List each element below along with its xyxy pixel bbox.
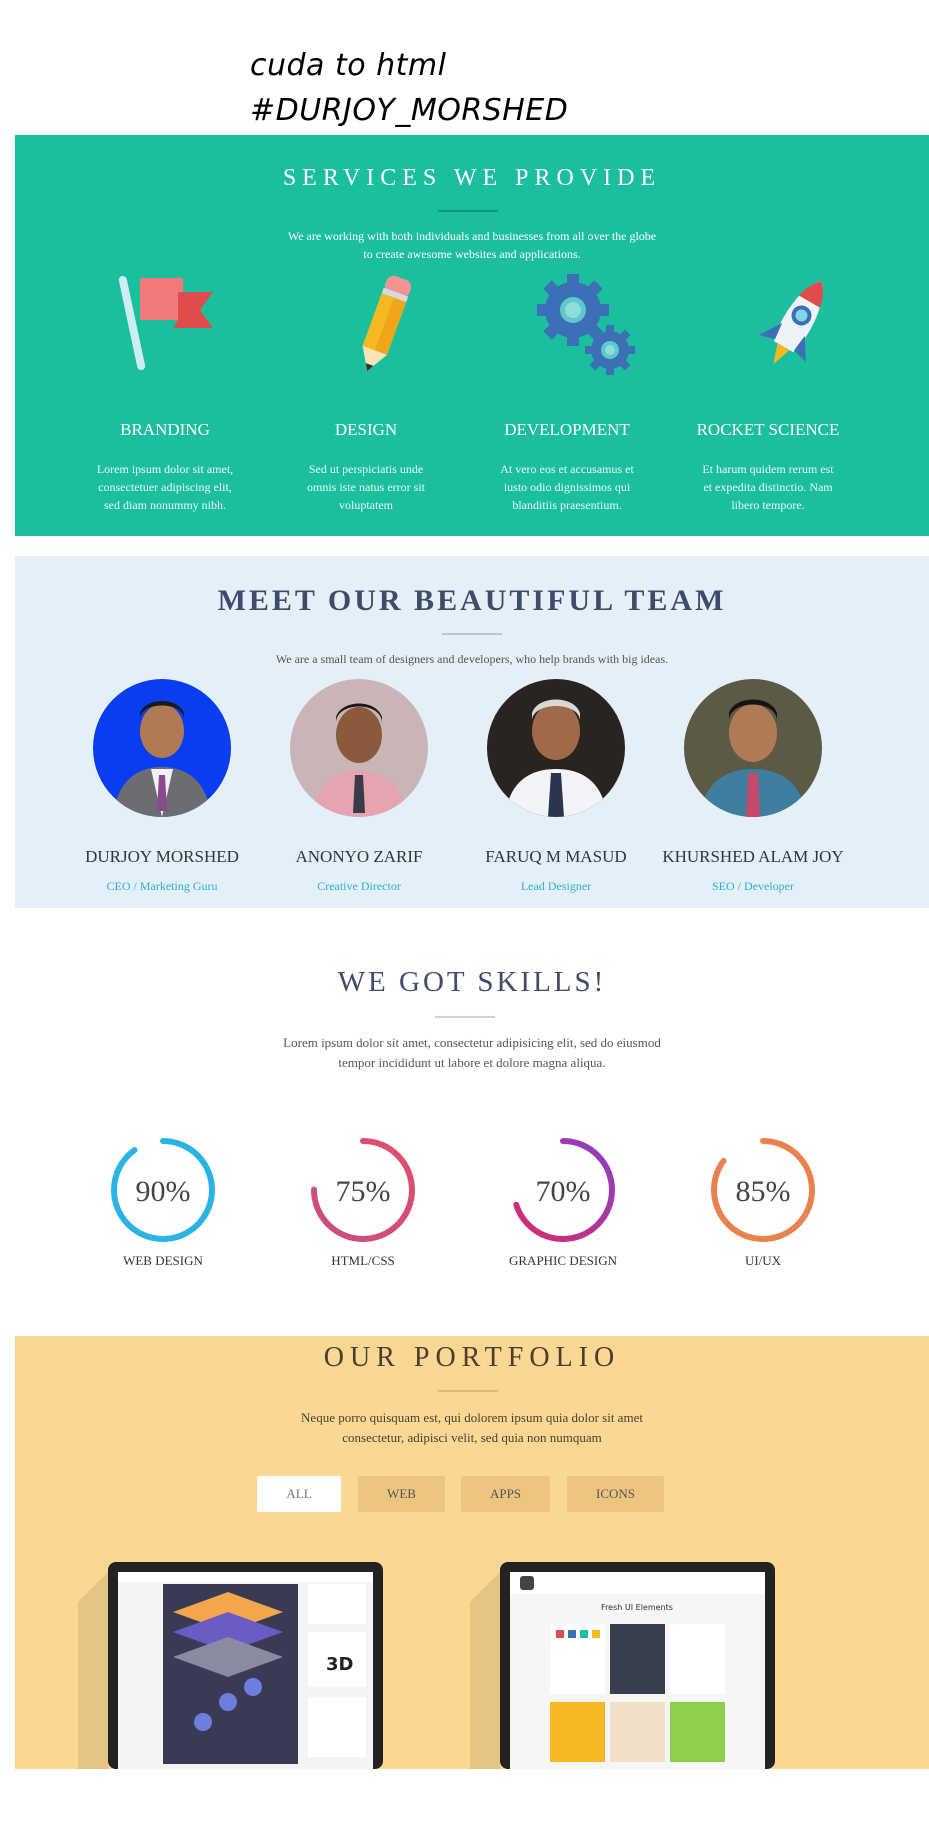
skill-label: HTML/CSS bbox=[331, 1253, 395, 1268]
skills-subtitle-line-2: tempor incididunt ut labore et dolore ma… bbox=[338, 1055, 606, 1070]
member-name: DURJOY MORSHED bbox=[85, 847, 239, 866]
header-line-2: #DURJOY_MORSHED bbox=[250, 93, 569, 128]
services-subtitle-line-1: We are working with both individuals and… bbox=[287, 229, 657, 243]
skill-value: 70% bbox=[536, 1175, 591, 1208]
avatar bbox=[684, 679, 822, 817]
rocket-icon bbox=[759, 280, 823, 364]
service-text-line: libero tempore. bbox=[731, 498, 805, 512]
member-name: ANONYO ZARIF bbox=[295, 847, 423, 866]
skills-subtitle: Lorem ipsum dolor sit amet, consectetur … bbox=[15, 1033, 929, 1073]
services-section: SERVICES WE PROVIDE We are working with … bbox=[15, 135, 929, 536]
service-text-line: blanditiis praesentium. bbox=[512, 498, 622, 512]
team-divider bbox=[442, 633, 502, 635]
service-text-line: voluptatem bbox=[339, 498, 393, 512]
member-role: CEO / Marketing Guru bbox=[106, 879, 218, 893]
avatar bbox=[487, 679, 625, 817]
member-role: Lead Designer bbox=[520, 879, 592, 893]
person-icon bbox=[113, 701, 211, 817]
member-name: FARUQ M MASUD bbox=[485, 847, 627, 866]
member-name: KHURSHED ALAM JOY bbox=[662, 847, 844, 866]
portfolio-subtitle: Neque porro quisquam est, qui dolorem ip… bbox=[15, 1408, 929, 1448]
person-icon bbox=[505, 699, 607, 817]
service-text-line: omnis iste natus error sit bbox=[307, 480, 425, 494]
filter-all-button[interactable]: ALL bbox=[257, 1476, 341, 1512]
service-text-development: At vero eos et accusamus et iusto odio d… bbox=[467, 460, 667, 514]
service-text-design: Sed ut perspiciatis unde omnis iste natu… bbox=[266, 460, 466, 514]
service-text-line: Sed ut perspiciatis unde bbox=[308, 462, 424, 476]
skill-ring-graphic: 75% bbox=[311, 1138, 415, 1242]
skills-subtitle-line-1: Lorem ipsum dolor sit amet, consectetur … bbox=[283, 1035, 661, 1050]
service-text-branding: Lorem ipsum dolor sit amet, consectetuer… bbox=[65, 460, 265, 514]
skill-ring-graphic: 90% bbox=[111, 1138, 215, 1242]
member-role: SEO / Developer bbox=[712, 879, 794, 893]
filter-icons-button[interactable]: ICONS bbox=[567, 1476, 664, 1512]
portfolio-item-laptop-1[interactable]: 3D bbox=[78, 1562, 383, 1769]
skill-value: 85% bbox=[736, 1175, 791, 1208]
skill-ring: 90% bbox=[108, 1135, 218, 1245]
skill-ring: 70% bbox=[508, 1135, 618, 1245]
service-text-rocket-science: Et harum quidem rerum est et expedita di… bbox=[668, 460, 868, 514]
filter-apps-button[interactable]: APPS bbox=[461, 1476, 550, 1512]
person-icon bbox=[312, 703, 406, 817]
services-subtitle-line-2: to create awesome websites and applicati… bbox=[363, 247, 581, 261]
team-subtitle: We are a small team of designers and dev… bbox=[275, 652, 669, 666]
service-text-line: et expedita distinctio. Nam bbox=[703, 480, 833, 494]
team-section: MEET OUR BEAUTIFUL TEAM We are a small t… bbox=[15, 556, 929, 908]
svg-text:3D: 3D bbox=[326, 1654, 353, 1675]
portfolio-subtitle-line-2: consectetur, adipisci velit, sed quia no… bbox=[342, 1430, 602, 1445]
service-text-line: At vero eos et accusamus et bbox=[500, 462, 634, 476]
avatar bbox=[290, 679, 428, 817]
skills-title: WE GOT SKILLS! bbox=[337, 966, 607, 998]
header-line-1: cuda to html bbox=[250, 48, 447, 83]
service-title-branding: BRANDING bbox=[120, 420, 210, 439]
gears-icon bbox=[537, 274, 635, 375]
service-text-line: consectetuer adipiscing elit, bbox=[98, 480, 232, 494]
skill-label: WEB DESIGN bbox=[123, 1253, 203, 1268]
member-role: Creative Director bbox=[317, 879, 401, 893]
skill-ring-graphic: 70% bbox=[511, 1138, 615, 1242]
avatar bbox=[93, 679, 231, 817]
portfolio-item-laptop-2[interactable]: Fresh UI Elements bbox=[470, 1562, 775, 1769]
service-text-line: sed diam nonummy nibh. bbox=[104, 498, 226, 512]
service-text-line: Et harum quidem rerum est bbox=[702, 462, 834, 476]
skill-value: 75% bbox=[336, 1175, 391, 1208]
service-title-development: DEVELOPMENT bbox=[504, 420, 630, 439]
services-divider bbox=[438, 210, 498, 212]
services-subtitle: We are working with both individuals and… bbox=[15, 227, 929, 263]
skill-value: 90% bbox=[136, 1175, 191, 1208]
skill-ring-graphic: 85% bbox=[711, 1138, 815, 1242]
pencil-icon bbox=[362, 275, 412, 372]
portfolio-subtitle-line-1: Neque porro quisquam est, qui dolorem ip… bbox=[301, 1410, 643, 1425]
skill-ring: 85% bbox=[708, 1135, 818, 1245]
service-text-line: iusto odio dignissimos qui bbox=[503, 480, 631, 494]
portfolio-section: OUR PORTFOLIO Neque porro quisquam est, … bbox=[15, 1336, 929, 1769]
skill-label: GRAPHIC DESIGN bbox=[509, 1253, 617, 1268]
skills-section: WE GOT SKILLS! Lorem ipsum dolor sit ame… bbox=[15, 908, 929, 1336]
skill-label: UI/UX bbox=[744, 1253, 782, 1268]
portfolio-title: OUR PORTFOLIO bbox=[323, 1342, 621, 1373]
flag-icon bbox=[118, 275, 213, 371]
person-icon bbox=[700, 699, 806, 817]
filter-web-button[interactable]: WEB bbox=[358, 1476, 445, 1512]
service-text-line: Lorem ipsum dolor sit amet, bbox=[96, 462, 234, 476]
laptop-2-heading: Fresh UI Elements bbox=[601, 1603, 673, 1612]
skills-divider bbox=[435, 1016, 495, 1018]
service-title-design: DESIGN bbox=[334, 420, 398, 439]
skill-ring: 75% bbox=[308, 1135, 418, 1245]
portfolio-divider bbox=[438, 1390, 498, 1392]
services-title: SERVICES WE PROVIDE bbox=[282, 165, 662, 191]
team-title: MEET OUR BEAUTIFUL TEAM bbox=[217, 584, 727, 617]
service-title-rocket-science: ROCKET SCIENCE bbox=[696, 420, 840, 439]
